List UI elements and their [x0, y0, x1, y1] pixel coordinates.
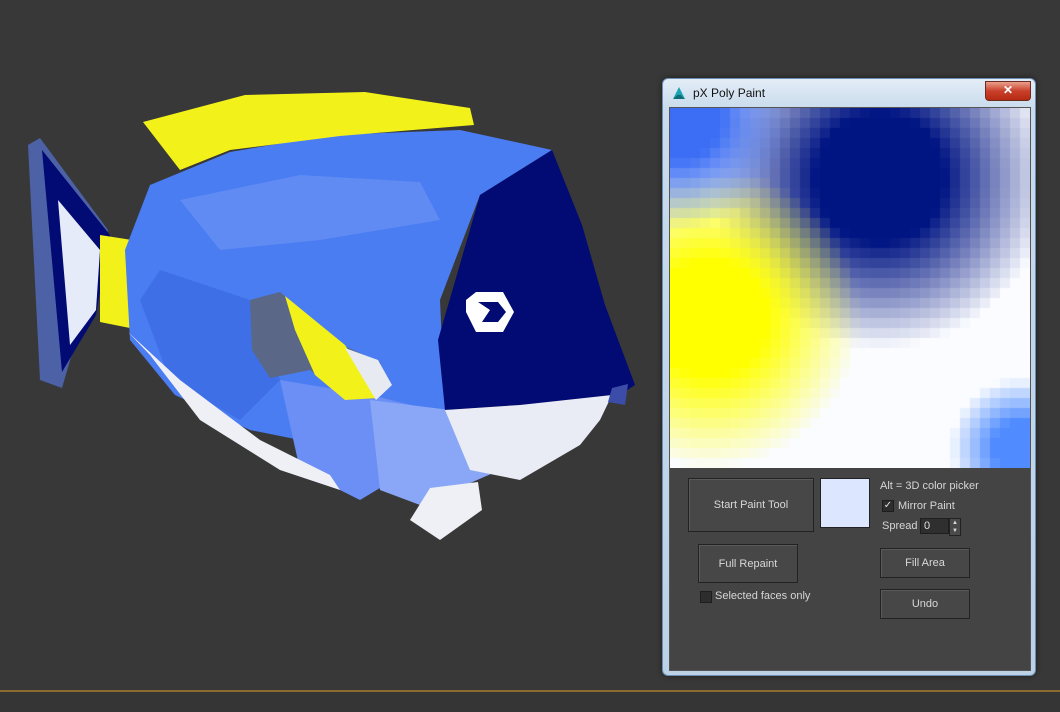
mirror-paint-label: Mirror Paint	[898, 500, 955, 512]
selected-faces-checkbox[interactable]	[700, 591, 712, 603]
spread-spinner[interactable]: ▲ ▼	[949, 518, 961, 536]
undo-button[interactable]: Undo	[880, 589, 970, 619]
start-paint-tool-button[interactable]: Start Paint Tool	[688, 478, 814, 532]
selected-faces-label: Selected faces only	[715, 590, 811, 602]
fish-model[interactable]	[0, 0, 660, 560]
full-repaint-button[interactable]: Full Repaint	[698, 544, 798, 583]
spread-label: Spread	[882, 520, 918, 532]
poly-paint-dialog: pX Poly Paint ✕ Start Paint Tool Alt = 3…	[662, 78, 1036, 676]
color-picker-hint: Alt = 3D color picker	[880, 480, 979, 492]
title-bar[interactable]: pX Poly Paint ✕	[663, 79, 1035, 107]
panel-content: Start Paint Tool Alt = 3D color picker ✓…	[669, 107, 1031, 671]
color-swatch[interactable]	[820, 478, 870, 528]
spread-input[interactable]: 0	[920, 518, 949, 534]
mirror-paint-checkbox[interactable]: ✓	[882, 500, 894, 512]
color-gradient-preview[interactable]	[670, 108, 1030, 468]
app-logo-icon	[673, 87, 685, 99]
window-title: pX Poly Paint	[693, 86, 766, 100]
bottom-strip	[0, 692, 1060, 712]
close-button[interactable]: ✕	[985, 81, 1031, 101]
fill-area-button[interactable]: Fill Area	[880, 548, 970, 578]
